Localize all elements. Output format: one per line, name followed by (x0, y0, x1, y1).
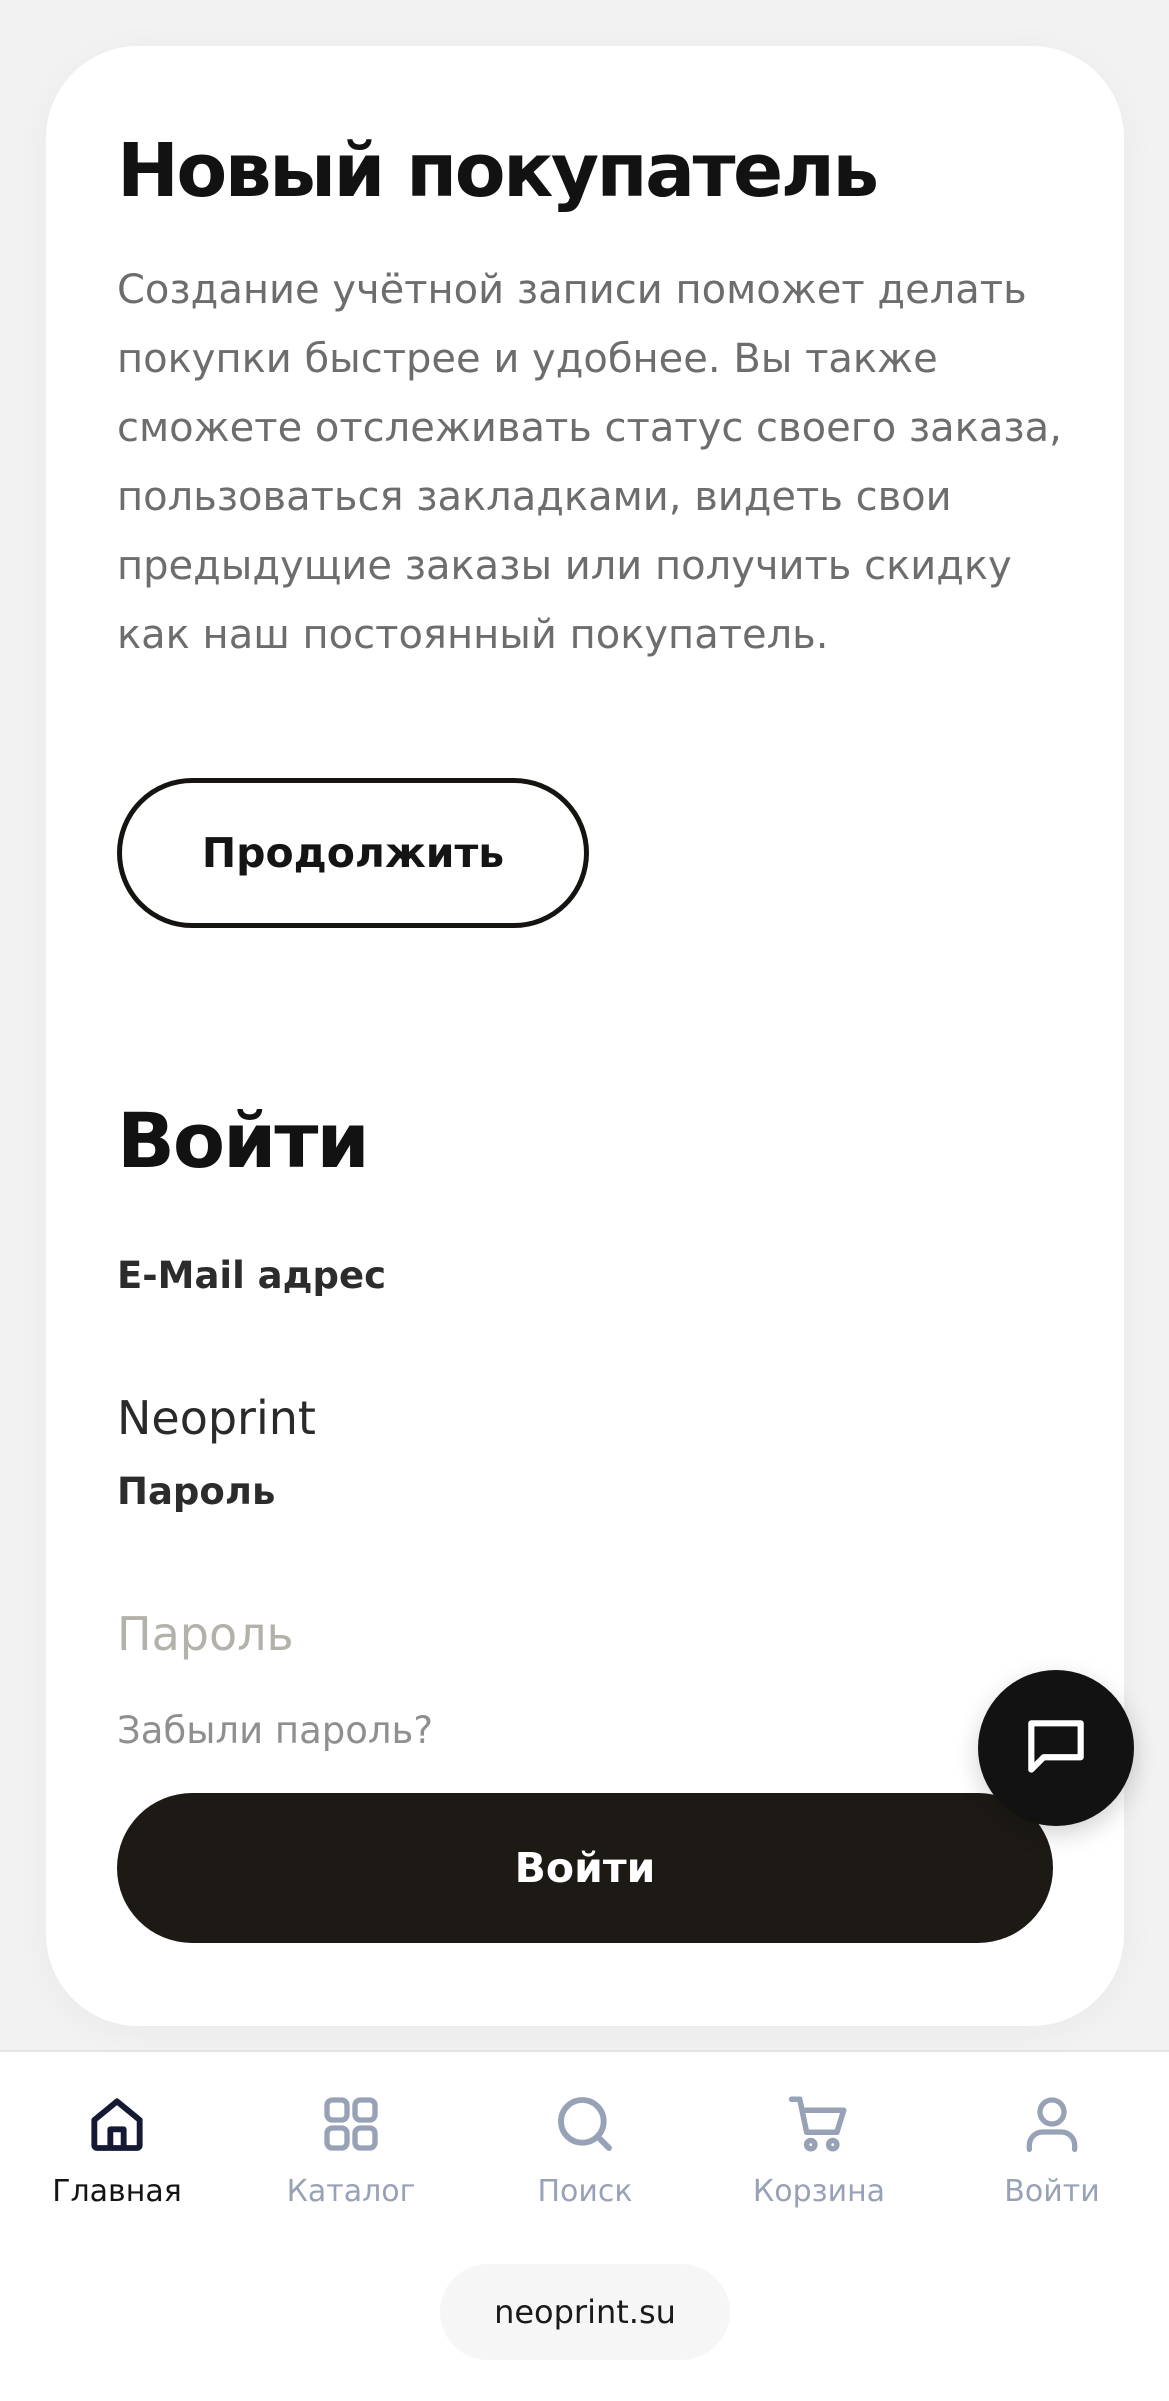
new-customer-description: Создание учётной записи поможет делать п… (117, 267, 1062, 658)
login-title: Войти (117, 1096, 370, 1185)
email-label: E-Mail адрес (117, 1254, 387, 1297)
nav-item-catalog[interactable]: Каталог (251, 2088, 451, 2209)
home-icon (91, 2098, 143, 2151)
nav-label-home: Главная (52, 2174, 182, 2209)
nav-item-login[interactable]: Войти (952, 2088, 1152, 2209)
chat-bubble-icon (1028, 1720, 1084, 1773)
nav-label-search: Поиск (537, 2174, 633, 2209)
cart-icon (788, 2096, 847, 2152)
nav-label-cart: Корзина (752, 2174, 886, 2209)
password-label: Пароль (117, 1470, 276, 1513)
nav-item-home[interactable]: Главная (17, 2088, 217, 2209)
new-customer-title: Новый покупатель (117, 128, 879, 214)
auth-card: Новый покупатель Создание учётной записи… (46, 46, 1124, 2026)
nav-label-catalog: Каталог (286, 2174, 416, 2209)
grid-icon (324, 2097, 378, 2151)
login-button[interactable]: Войти (117, 1793, 1053, 1943)
forgot-password-link[interactable]: Забыли пароль? (117, 1709, 433, 1752)
chat-button[interactable] (978, 1670, 1134, 1826)
continue-button[interactable]: Продолжить (117, 778, 589, 928)
nav-item-cart[interactable]: Корзина (719, 2088, 919, 2209)
password-field[interactable] (117, 1594, 1047, 1674)
search-icon (558, 2097, 612, 2151)
nav-label-login: Войти (1004, 2174, 1100, 2209)
nav-item-search[interactable]: Поиск (485, 2088, 685, 2209)
url-bar[interactable]: neoprint.su (440, 2264, 730, 2360)
email-field[interactable] (117, 1378, 1047, 1458)
user-icon (1026, 2097, 1078, 2152)
